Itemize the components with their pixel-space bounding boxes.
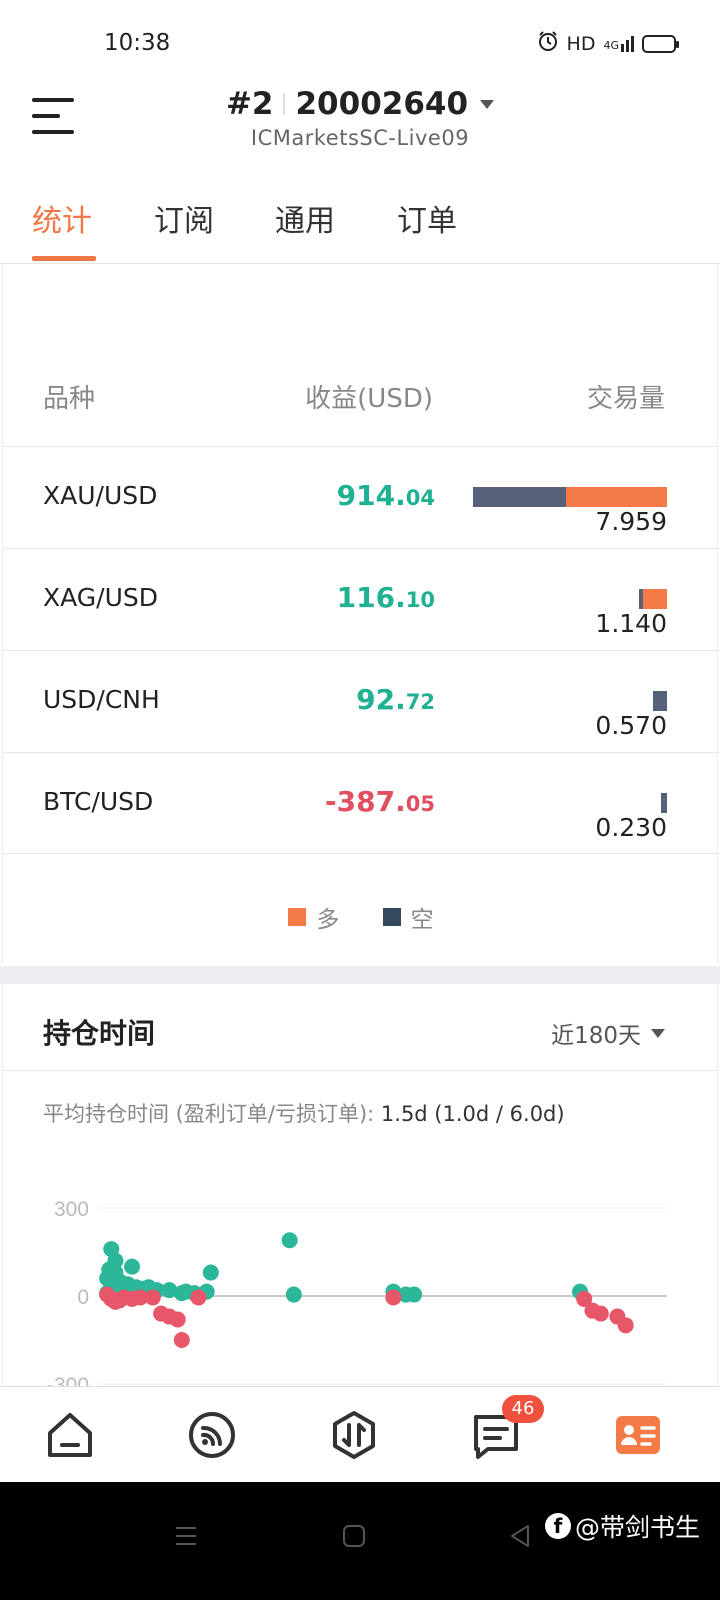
data-point [406,1286,423,1303]
volume-bar-short [653,691,667,711]
data-point [111,1292,128,1309]
unread-badge: 46 [502,1395,544,1423]
server-name: ICMarketsSC-Live09 [250,126,470,150]
volume-bar [653,691,667,711]
chevron-down-icon [480,99,495,109]
profit-integer: 92. [356,683,406,716]
profit-value: 914.04 [337,479,435,512]
status-bar: 10:38 HD 4G [0,0,720,80]
profit-decimal: 05 [405,792,435,816]
bottom-nav: 46 [0,1386,720,1482]
signal-icon: 4G [603,35,634,52]
data-point [190,1289,207,1306]
signal-label: 4G [603,38,619,52]
network-label: HD [566,32,596,55]
watermark-text: @带剑书生 [574,1513,700,1542]
data-point [281,1232,298,1249]
holding-time-panel: 持仓时间 近180天 平均持仓时间 (盈利订单/亏损订单): 1.5d (1.0… [2,984,718,1386]
profit-value: -387.05 [325,785,435,818]
table-row[interactable]: XAU/USD 914.04 7.959 [3,446,719,548]
legend-long: 多 [288,900,339,934]
volume-bar-long [643,589,667,609]
account-switcher[interactable]: #2 20002640 ICMarketsSC-Live09 [0,86,720,150]
symbol-name: XAG/USD [43,583,159,612]
header-symbol: 品种 [43,384,96,414]
volume-legend: 多 空 [3,900,719,934]
volume-bar [639,589,667,609]
account-separator [283,93,286,115]
holding-scatter-chart: 300 0 -300 [47,1198,667,1386]
header-profit: 收益(USD) [305,384,433,414]
legend-long-label: 多 [316,907,340,933]
profit-integer: 116. [336,581,406,614]
legend-short: 空 [382,900,434,934]
volume-value: 0.230 [595,813,667,842]
data-point [101,1261,118,1278]
y-tick-label: -300 [47,1374,89,1386]
y-tick-label: 300 [54,1198,89,1221]
symbol-name: USD/CNH [43,685,160,714]
system-nav-bar: f @带剑书生 [0,1482,720,1600]
data-point [285,1286,302,1303]
header-volume: 交易量 [586,384,665,414]
profit-value: 116.10 [337,581,435,614]
profit-decimal: 10 [405,588,435,612]
symbol-name: BTC/USD [43,787,154,816]
volume-value: 0.570 [595,711,667,740]
tab-bar: 统计 订阅 通用 订单 [0,168,720,264]
alarm-icon [537,30,559,57]
back-icon[interactable] [508,1524,532,1552]
profit-integer: -387. [325,785,406,818]
status-time: 10:38 [104,30,171,56]
status-icons: HD 4G [537,30,679,57]
watermark: f @带剑书生 [544,1508,700,1544]
data-point [124,1258,141,1275]
table-row[interactable]: USD/CNH 92.72 0.570 [3,650,719,752]
account-icon[interactable] [612,1409,664,1461]
app-header: #2 20002640 ICMarketsSC-Live09 [0,80,720,168]
data-point [592,1305,609,1322]
section-gap [0,966,720,984]
volume-bar-short [473,487,567,507]
profit-value: 92.72 [356,683,435,716]
data-point [385,1289,402,1306]
profit-decimal: 72 [405,690,435,714]
subscription-icon[interactable] [186,1409,238,1461]
trade-icon[interactable] [328,1409,380,1461]
volume-bar-short [661,793,667,813]
recents-icon[interactable] [174,1524,198,1552]
tab-general[interactable]: 通用 [275,196,335,240]
data-point [617,1317,634,1334]
legend-short-label: 空 [410,907,434,933]
tab-subscribe[interactable]: 订阅 [154,196,214,240]
table-row[interactable]: BTC/USD -387.05 0.230 [3,752,719,854]
data-point [132,1289,149,1306]
volume-value: 7.959 [595,507,667,536]
symbols-panel: 品种 收益(USD) 交易量 XAU/USD 914.04 7.959 XAG/… [2,264,719,964]
table-row[interactable]: XAG/USD 116.10 1.140 [3,548,719,650]
tab-orders[interactable]: 订单 [397,196,457,240]
data-point [202,1264,219,1281]
y-tick-label: 0 [77,1286,89,1309]
home-button-icon[interactable] [342,1524,366,1552]
home-icon[interactable] [44,1409,96,1461]
data-point [173,1332,190,1348]
active-tab-indicator [32,256,96,261]
profit-decimal: 04 [405,486,435,510]
profit-integer: 914. [336,479,406,512]
account-index: #2 [225,86,274,122]
symbol-name: XAU/USD [43,481,158,510]
volume-bar [473,487,667,507]
battery-icon [642,34,679,53]
volume-bar-long [566,487,667,507]
volume-value: 1.140 [595,609,667,638]
tab-statistics[interactable]: 统计 [32,196,92,240]
account-number: 20002640 [295,86,469,122]
data-point [169,1311,186,1328]
volume-bar [661,793,667,813]
watermark-logo-icon: f [544,1513,571,1539]
